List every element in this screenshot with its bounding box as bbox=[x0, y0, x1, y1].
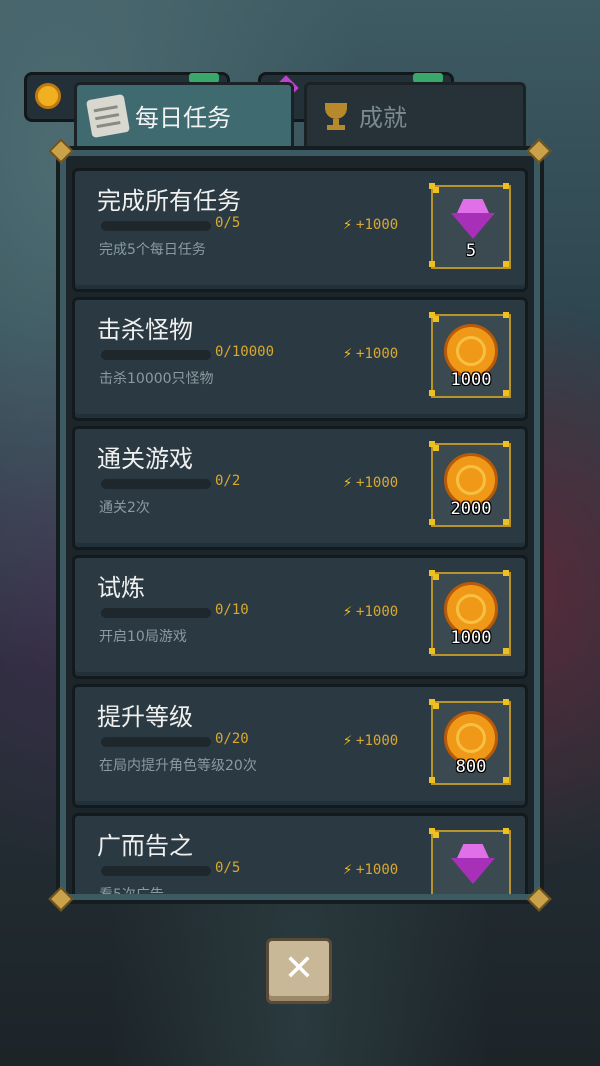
task-title: 试炼 bbox=[97, 574, 145, 602]
task-title: 广而告之 bbox=[97, 832, 193, 860]
tab-daily-label: 每日任务 bbox=[135, 104, 231, 132]
reward-slot[interactable]: 5 bbox=[429, 183, 511, 269]
progress-text: 0/10000 bbox=[215, 344, 275, 360]
task-description: 完成5个每日任务 bbox=[99, 242, 206, 258]
reward-slot[interactable]: 800 bbox=[429, 699, 511, 785]
progress-bar bbox=[101, 479, 211, 489]
scroll-icon bbox=[85, 93, 131, 138]
energy-reward: ⚡ +1000 bbox=[343, 602, 399, 620]
task-description: 在局内提升角色等级20次 bbox=[99, 758, 257, 774]
lightning-icon: ⚡ bbox=[343, 860, 353, 878]
progress-text: 0/5 bbox=[215, 860, 241, 876]
progress-text: 0/10 bbox=[215, 602, 249, 618]
reward-amount: 1000 bbox=[450, 628, 492, 648]
coin-icon bbox=[35, 83, 61, 109]
lightning-icon: ⚡ bbox=[343, 215, 353, 233]
reward-slot[interactable]: 2000 bbox=[429, 441, 511, 527]
task-item: 完成所有任务 0/5 完成5个每日任务 ⚡ +1000 5 bbox=[72, 168, 528, 292]
energy-reward: ⚡ +1000 bbox=[343, 731, 399, 749]
reward-amount: 2000 bbox=[450, 499, 492, 519]
tab-achievements-label: 成就 bbox=[359, 104, 407, 132]
reward-slot[interactable] bbox=[429, 828, 511, 894]
task-title: 通关游戏 bbox=[97, 445, 193, 473]
lightning-icon: ⚡ bbox=[343, 344, 353, 362]
task-description: 看5次广告 bbox=[99, 884, 164, 894]
energy-reward: ⚡ +1000 bbox=[343, 473, 399, 491]
reward-amount: 800 bbox=[455, 757, 487, 777]
progress-bar bbox=[101, 221, 211, 231]
task-item: 击杀怪物 0/10000 击杀10000只怪物 ⚡ +1000 1000 bbox=[72, 297, 528, 421]
energy-reward: ⚡ +1000 bbox=[343, 860, 399, 878]
gem-icon bbox=[451, 199, 495, 239]
task-panel: 完成所有任务 0/5 完成5个每日任务 ⚡ +1000 5 击杀怪物 0/1000… bbox=[48, 138, 552, 912]
task-title: 提升等级 bbox=[97, 703, 193, 731]
tab-daily-tasks[interactable]: 每日任务 bbox=[74, 82, 294, 146]
lightning-icon: ⚡ bbox=[343, 731, 353, 749]
task-item: 通关游戏 0/2 通关2次 ⚡ +1000 2000 bbox=[72, 426, 528, 550]
task-title: 击杀怪物 bbox=[97, 316, 193, 344]
progress-bar bbox=[101, 866, 211, 876]
progress-bar bbox=[101, 737, 211, 747]
reward-slot[interactable]: 1000 bbox=[429, 312, 511, 398]
tab-achievements[interactable]: 成就 bbox=[304, 82, 526, 146]
progress-text: 0/5 bbox=[215, 215, 241, 231]
energy-reward: ⚡ +1000 bbox=[343, 344, 399, 362]
reward-slot[interactable]: 1000 bbox=[429, 570, 511, 656]
gem-icon bbox=[451, 844, 495, 884]
task-item: 提升等级 0/20 在局内提升角色等级20次 ⚡ +1000 800 bbox=[72, 684, 528, 808]
task-title: 完成所有任务 bbox=[97, 187, 241, 215]
progress-text: 0/2 bbox=[215, 473, 241, 489]
progress-text: 0/20 bbox=[215, 731, 249, 747]
progress-bar bbox=[101, 350, 211, 360]
task-item: 广而告之 0/5 看5次广告 ⚡+1000 bbox=[72, 813, 528, 894]
lightning-icon: ⚡ bbox=[343, 602, 353, 620]
task-description: 开启10局游戏 bbox=[99, 629, 187, 645]
task-list[interactable]: 完成所有任务 0/5 完成5个每日任务 ⚡ +1000 5 击杀怪物 0/1000… bbox=[66, 156, 534, 894]
task-description: 击杀10000只怪物 bbox=[99, 371, 214, 387]
lightning-icon: ⚡ bbox=[343, 473, 353, 491]
close-button[interactable]: ✕ bbox=[266, 938, 332, 1004]
progress-bar bbox=[101, 608, 211, 618]
task-description: 通关2次 bbox=[99, 500, 150, 516]
energy-reward: ⚡ +1000 bbox=[343, 215, 399, 233]
reward-amount: 5 bbox=[465, 241, 477, 261]
reward-amount: 1000 bbox=[450, 370, 492, 390]
close-icon: ✕ bbox=[283, 948, 315, 989]
task-item: 试炼 0/10 开启10局游戏 ⚡ +1000 1000 bbox=[72, 555, 528, 679]
trophy-icon bbox=[321, 101, 351, 131]
